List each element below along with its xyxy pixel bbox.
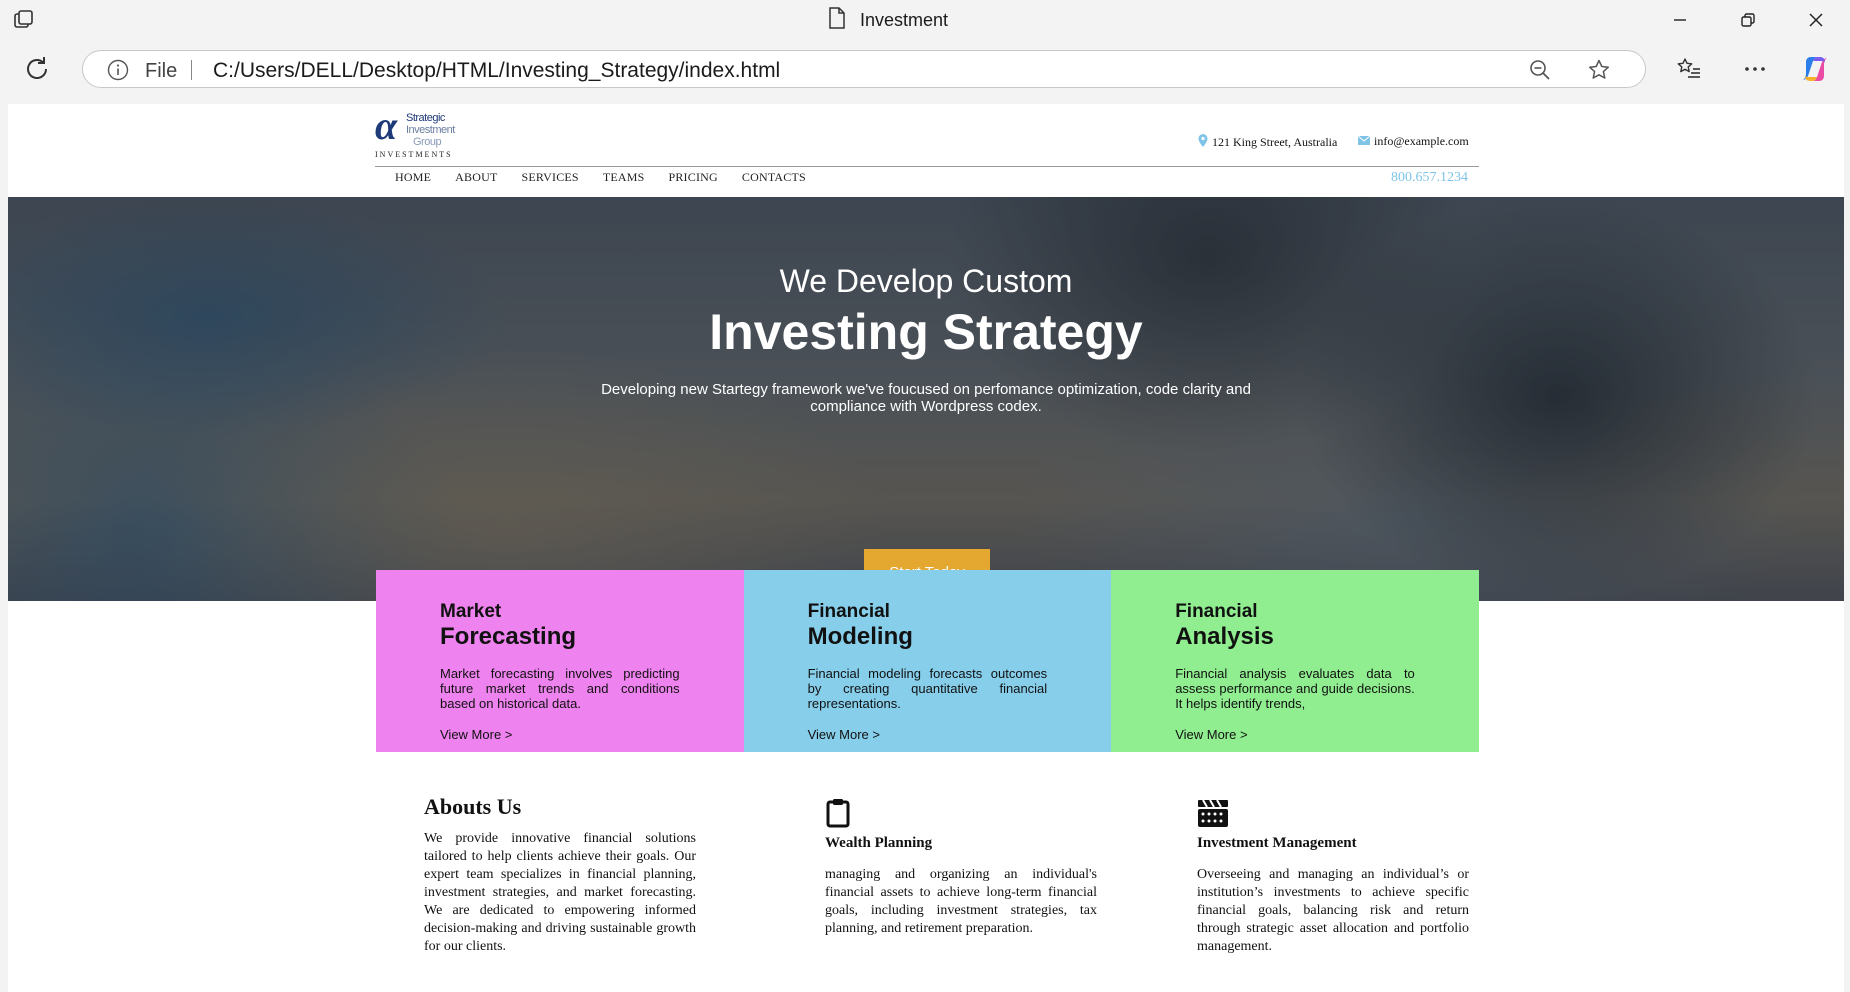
- wealth-title: Wealth Planning: [825, 835, 933, 851]
- hero-description: Developing new Startegy framework we've …: [601, 381, 1251, 415]
- email-text[interactable]: info@example.com: [1374, 134, 1469, 149]
- about-text: We provide innovative financial solution…: [424, 831, 696, 954]
- refresh-icon[interactable]: [22, 54, 52, 84]
- investment-title: Investment Management: [1197, 835, 1357, 851]
- close-button[interactable]: [1782, 0, 1850, 40]
- card-top-label: Financial: [1175, 601, 1258, 622]
- investment-management-section: Investment Management Overseeing and man…: [1197, 798, 1469, 956]
- logo-mark-icon: α: [375, 104, 398, 148]
- copilot-icon[interactable]: [1800, 54, 1830, 84]
- card-text: Market forecasting involves predicting f…: [440, 666, 680, 711]
- service-cards: Market Forecasting Market forecasting in…: [376, 570, 1479, 752]
- view-more-link[interactable]: View More >: [808, 727, 1048, 742]
- film-clapper-icon: [1197, 798, 1469, 833]
- about-title: Abouts Us: [424, 794, 522, 819]
- logo-line-4: INVESTMENTS: [375, 150, 453, 159]
- nav-about[interactable]: ABOUT: [455, 170, 497, 185]
- info-icon[interactable]: [107, 59, 129, 81]
- card-text: Financial analysis evaluates data to ass…: [1175, 666, 1415, 711]
- logo-line-2: Investment: [406, 124, 455, 136]
- tab-actions-icon[interactable]: [12, 8, 36, 32]
- view-more-link[interactable]: View More >: [440, 727, 680, 742]
- address-text: 121 King Street, Australia: [1212, 135, 1338, 149]
- hero-subtitle: We Develop Custom: [779, 263, 1073, 299]
- tab-title: Investment: [860, 9, 949, 30]
- card-title: Modeling: [807, 623, 913, 650]
- card-financial-modeling: Financial Modeling Financial modeling fo…: [743, 570, 1112, 752]
- about-section: Abouts Us We provide innovative financia…: [424, 794, 696, 956]
- card-top-label: Financial: [807, 601, 890, 622]
- address-bar[interactable]: File C:/Users/DELL/Desktop/HTML/Investin…: [82, 50, 1646, 88]
- card-title: Analysis: [1175, 623, 1274, 650]
- card-title: Forecasting: [440, 623, 577, 650]
- url-divider: [191, 60, 192, 80]
- browser-title-bar: Investment: [0, 0, 1850, 40]
- site-logo[interactable]: α Strategic Investment Group INVESTMENTS: [375, 104, 455, 162]
- window-title: Investment: [828, 6, 949, 34]
- nav-home[interactable]: HOME: [395, 170, 431, 185]
- minimize-button[interactable]: [1646, 0, 1714, 40]
- nav-pricing[interactable]: PRICING: [668, 170, 717, 185]
- page-icon: [828, 6, 846, 34]
- envelope-icon: [1357, 134, 1371, 149]
- investment-text: Overseeing and managing an individual’s …: [1197, 867, 1469, 954]
- favorites-list-icon[interactable]: [1674, 54, 1704, 84]
- hero-banner: We Develop Custom Investing Strategy Dev…: [8, 197, 1844, 601]
- nav-contacts[interactable]: CONTACTS: [742, 170, 806, 185]
- more-options-icon[interactable]: [1740, 54, 1770, 84]
- map-pin-icon: [1198, 134, 1208, 151]
- wealth-planning-section: Wealth Planning managing and organizing …: [825, 798, 1097, 938]
- phone-number[interactable]: 800.657.1234: [1391, 170, 1468, 186]
- address-bar-row: File C:/Users/DELL/Desktop/HTML/Investin…: [0, 40, 1850, 96]
- restore-button[interactable]: [1714, 0, 1782, 40]
- url-text[interactable]: C:/Users/DELL/Desktop/HTML/Investing_Str…: [213, 59, 780, 83]
- view-more-link[interactable]: View More >: [1175, 727, 1415, 742]
- logo-line-3: Group: [413, 136, 442, 148]
- nav-services[interactable]: SERVICES: [521, 170, 578, 185]
- card-top-label: Market: [440, 601, 502, 622]
- header-divider: [375, 166, 1479, 167]
- address-info: 121 King Street, Australia: [1198, 134, 1337, 151]
- favorite-star-icon[interactable]: [1587, 58, 1611, 82]
- logo-line-1: Strategic: [406, 112, 445, 124]
- wealth-text: managing and organizing an individual's …: [825, 867, 1097, 936]
- card-text: Financial modeling forecasts outcomes by…: [807, 666, 1048, 711]
- hero-title: Investing Strategy: [709, 304, 1143, 360]
- main-nav: HOME ABOUT SERVICES TEAMS PRICING CONTAC…: [395, 170, 830, 185]
- card-market-forecasting: Market Forecasting Market forecasting in…: [376, 570, 744, 752]
- url-scheme-label: File: [145, 60, 178, 82]
- card-financial-analysis: Financial Analysis Financial analysis ev…: [1111, 570, 1479, 752]
- web-page: α Strategic Investment Group INVESTMENTS…: [8, 104, 1844, 992]
- zoom-out-icon[interactable]: [1529, 59, 1551, 81]
- clipboard-icon: [825, 798, 1097, 833]
- email-info: info@example.com: [1357, 134, 1469, 149]
- nav-teams[interactable]: TEAMS: [603, 170, 645, 185]
